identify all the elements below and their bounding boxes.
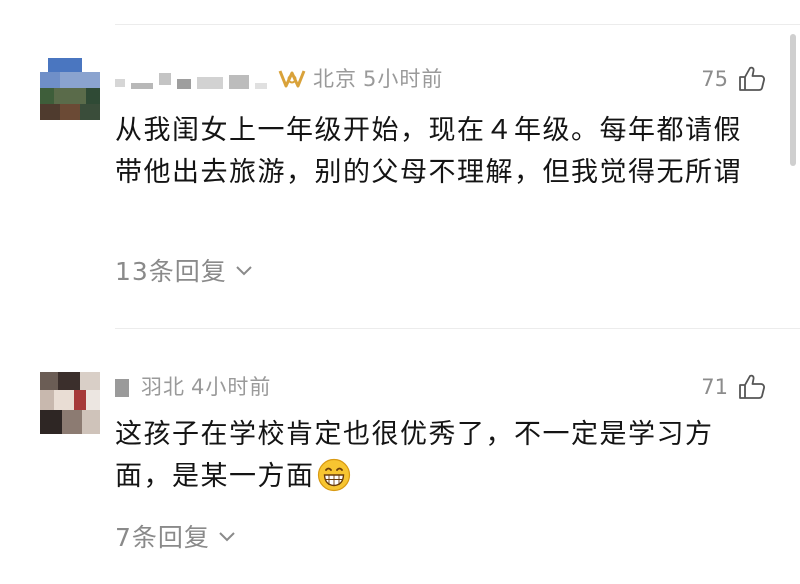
comment-time: 5小时前 bbox=[363, 67, 444, 91]
view-replies-button[interactable]: 13条回复 bbox=[115, 252, 253, 288]
comment-text: 从我闺女上一年级开始，现在４年级。每年都请假带他出去旅游，别的父母不理解，但我觉… bbox=[115, 115, 742, 188]
thumbs-up-icon bbox=[739, 374, 765, 399]
comment-meta: 羽北 4小时前 bbox=[115, 366, 271, 406]
like-button[interactable]: 71 bbox=[701, 374, 766, 400]
chevron-down-icon bbox=[219, 532, 235, 542]
view-replies-button[interactable]: 7条回复 bbox=[115, 518, 236, 554]
username-obscured[interactable] bbox=[115, 65, 273, 91]
chevron-down-icon bbox=[236, 266, 252, 276]
comment-text: 这孩子在学校肯定也很优秀了，不一定是学习方面，是某一方面 bbox=[115, 419, 714, 492]
top-divider bbox=[115, 24, 800, 25]
scrollbar[interactable] bbox=[790, 34, 796, 166]
thumbs-up-icon bbox=[739, 66, 765, 91]
username-obscured[interactable] bbox=[115, 373, 135, 399]
like-button[interactable]: 75 bbox=[701, 66, 766, 92]
replies-label: 7条回复 bbox=[115, 523, 210, 552]
vip-badge-icon bbox=[278, 70, 306, 88]
comment-text-container: 这孩子在学校肯定也很优秀了，不一定是学习方面，是某一方面 bbox=[115, 414, 765, 498]
comment-meta: 北京 5小时前 bbox=[115, 58, 443, 98]
avatar[interactable] bbox=[40, 58, 100, 120]
comment-time: 4小时前 bbox=[191, 375, 272, 399]
replies-label: 13条回复 bbox=[115, 257, 227, 286]
like-count: 75 bbox=[701, 67, 728, 91]
like-count: 71 bbox=[701, 375, 728, 399]
comment-location: 北京 bbox=[313, 67, 357, 91]
comment-divider bbox=[115, 328, 800, 329]
username-partial[interactable]: 羽北 bbox=[141, 371, 185, 401]
avatar[interactable] bbox=[40, 372, 100, 434]
grinning-face-emoji bbox=[317, 458, 350, 492]
